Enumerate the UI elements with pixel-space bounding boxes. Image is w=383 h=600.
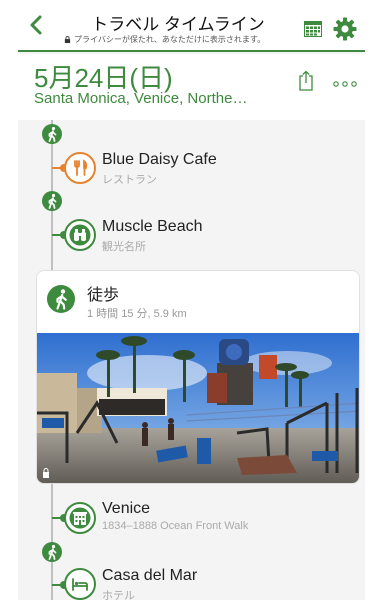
- header: トラベル タイムライン プライバシーが保たれ、あなただけに表示されます。: [18, 0, 365, 52]
- walking-person-icon: [42, 542, 62, 562]
- walking-person-icon: [42, 191, 62, 211]
- more-options-icon[interactable]: [333, 80, 357, 88]
- place-name[interactable]: Venice: [102, 500, 150, 518]
- privacy-note-text: プライバシーが保たれ、あなただけに表示されます。: [74, 35, 266, 44]
- share-icon[interactable]: [298, 70, 314, 92]
- place-name[interactable]: Casa del Mar: [102, 567, 197, 585]
- page-title: トラベル タイムライン: [91, 15, 265, 34]
- place-name[interactable]: Blue Daisy Cafe: [102, 151, 217, 169]
- bed-icon[interactable]: [64, 568, 96, 600]
- walking-person-icon: [42, 124, 62, 144]
- binoculars-icon[interactable]: [64, 219, 96, 251]
- walk-card[interactable]: 徒歩 1 時間 15 分, 5.9 km: [36, 270, 360, 484]
- calendar-icon[interactable]: [304, 21, 322, 37]
- travel-timeline-screen: トラベル タイムライン プライバシーが保たれ、あなただけに表示されます。 5月2…: [18, 0, 365, 600]
- walk-detail: 1 時間 15 分, 5.9 km: [87, 308, 187, 320]
- place-name[interactable]: Muscle Beach: [102, 218, 203, 236]
- date-bar: 5月24日(日) Santa Monica, Venice, Northe…: [18, 54, 365, 120]
- place-category: レストラン: [102, 174, 157, 186]
- walk-title: 徒歩: [87, 287, 120, 304]
- fork-knife-icon[interactable]: [64, 152, 96, 184]
- gear-icon[interactable]: [333, 17, 357, 41]
- places-summary: Santa Monica, Venice, Northe…: [34, 90, 248, 107]
- place-address: 1834–1888 Ocean Front Walk: [102, 520, 249, 532]
- place-category: ホテル: [102, 590, 135, 600]
- lock-icon: [64, 36, 71, 43]
- place-category: 観光名所: [102, 241, 146, 253]
- walking-person-icon: [47, 285, 75, 313]
- privacy-note: プライバシーが保たれ、あなただけに表示されます。: [64, 34, 304, 45]
- beach-photo[interactable]: [37, 333, 360, 484]
- back-chevron-icon[interactable]: [28, 14, 44, 36]
- building-icon[interactable]: [64, 502, 96, 534]
